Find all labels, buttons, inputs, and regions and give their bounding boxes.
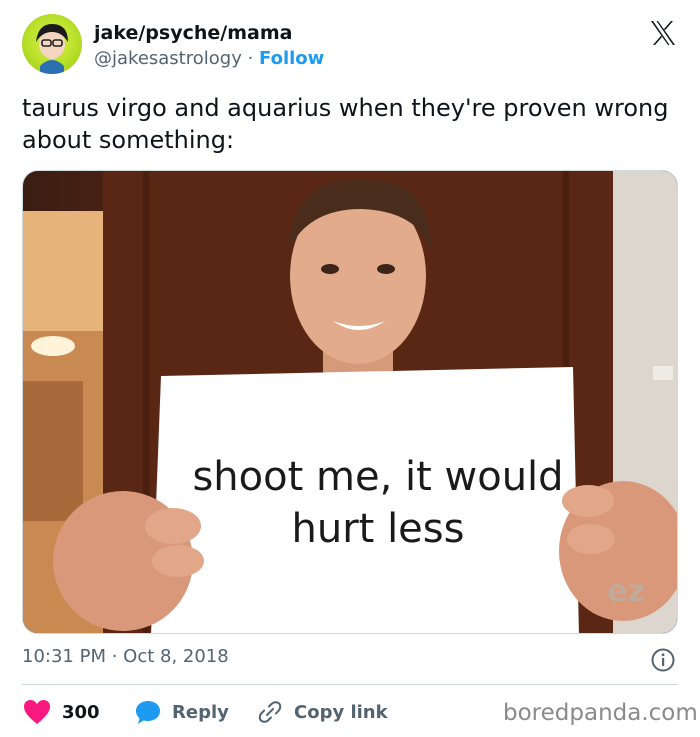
- heart-icon: [24, 700, 50, 724]
- brand-watermark: boredpanda.com: [503, 700, 698, 726]
- watermark-text: ez: [607, 574, 645, 609]
- like-count: 300: [62, 701, 100, 723]
- display-name[interactable]: jake/psyche/mama: [94, 22, 292, 44]
- sign-text: shoot me, it would hurt less: [153, 451, 603, 555]
- handle-line: @jakesastrology · Follow: [94, 48, 324, 69]
- copy-link-label: Copy link: [294, 701, 388, 723]
- x-logo-icon[interactable]: [648, 18, 678, 48]
- sign-line-1: shoot me, it would: [192, 454, 564, 500]
- tweet-photo[interactable]: ez shoot me, it would hurt less: [22, 170, 678, 634]
- avatar-illustration: [36, 24, 68, 74]
- follow-button[interactable]: Follow: [259, 48, 324, 69]
- tweet-text: taurus virgo and aquarius when they're p…: [22, 94, 669, 154]
- handle[interactable]: @jakesastrology: [94, 48, 242, 69]
- tweet-date: Oct 8, 2018: [123, 646, 229, 667]
- divider: [22, 684, 678, 685]
- avatar[interactable]: [22, 14, 82, 74]
- info-icon[interactable]: [650, 647, 676, 673]
- reply-button[interactable]: Reply: [134, 698, 229, 726]
- meta-dot: ·: [105, 646, 124, 667]
- copy-link-button[interactable]: Copy link: [256, 698, 388, 726]
- link-icon: [258, 701, 282, 723]
- sign-line-2: hurt less: [291, 506, 465, 552]
- tweet-time: 10:31 PM: [22, 646, 106, 667]
- like-button[interactable]: 300: [22, 698, 100, 726]
- separator: ·: [241, 48, 260, 69]
- photo-illustration: ez: [23, 171, 677, 633]
- reply-bubble-icon: [136, 701, 160, 724]
- timestamp[interactable]: 10:31 PM · Oct 8, 2018: [22, 646, 229, 667]
- reply-label: Reply: [172, 701, 229, 723]
